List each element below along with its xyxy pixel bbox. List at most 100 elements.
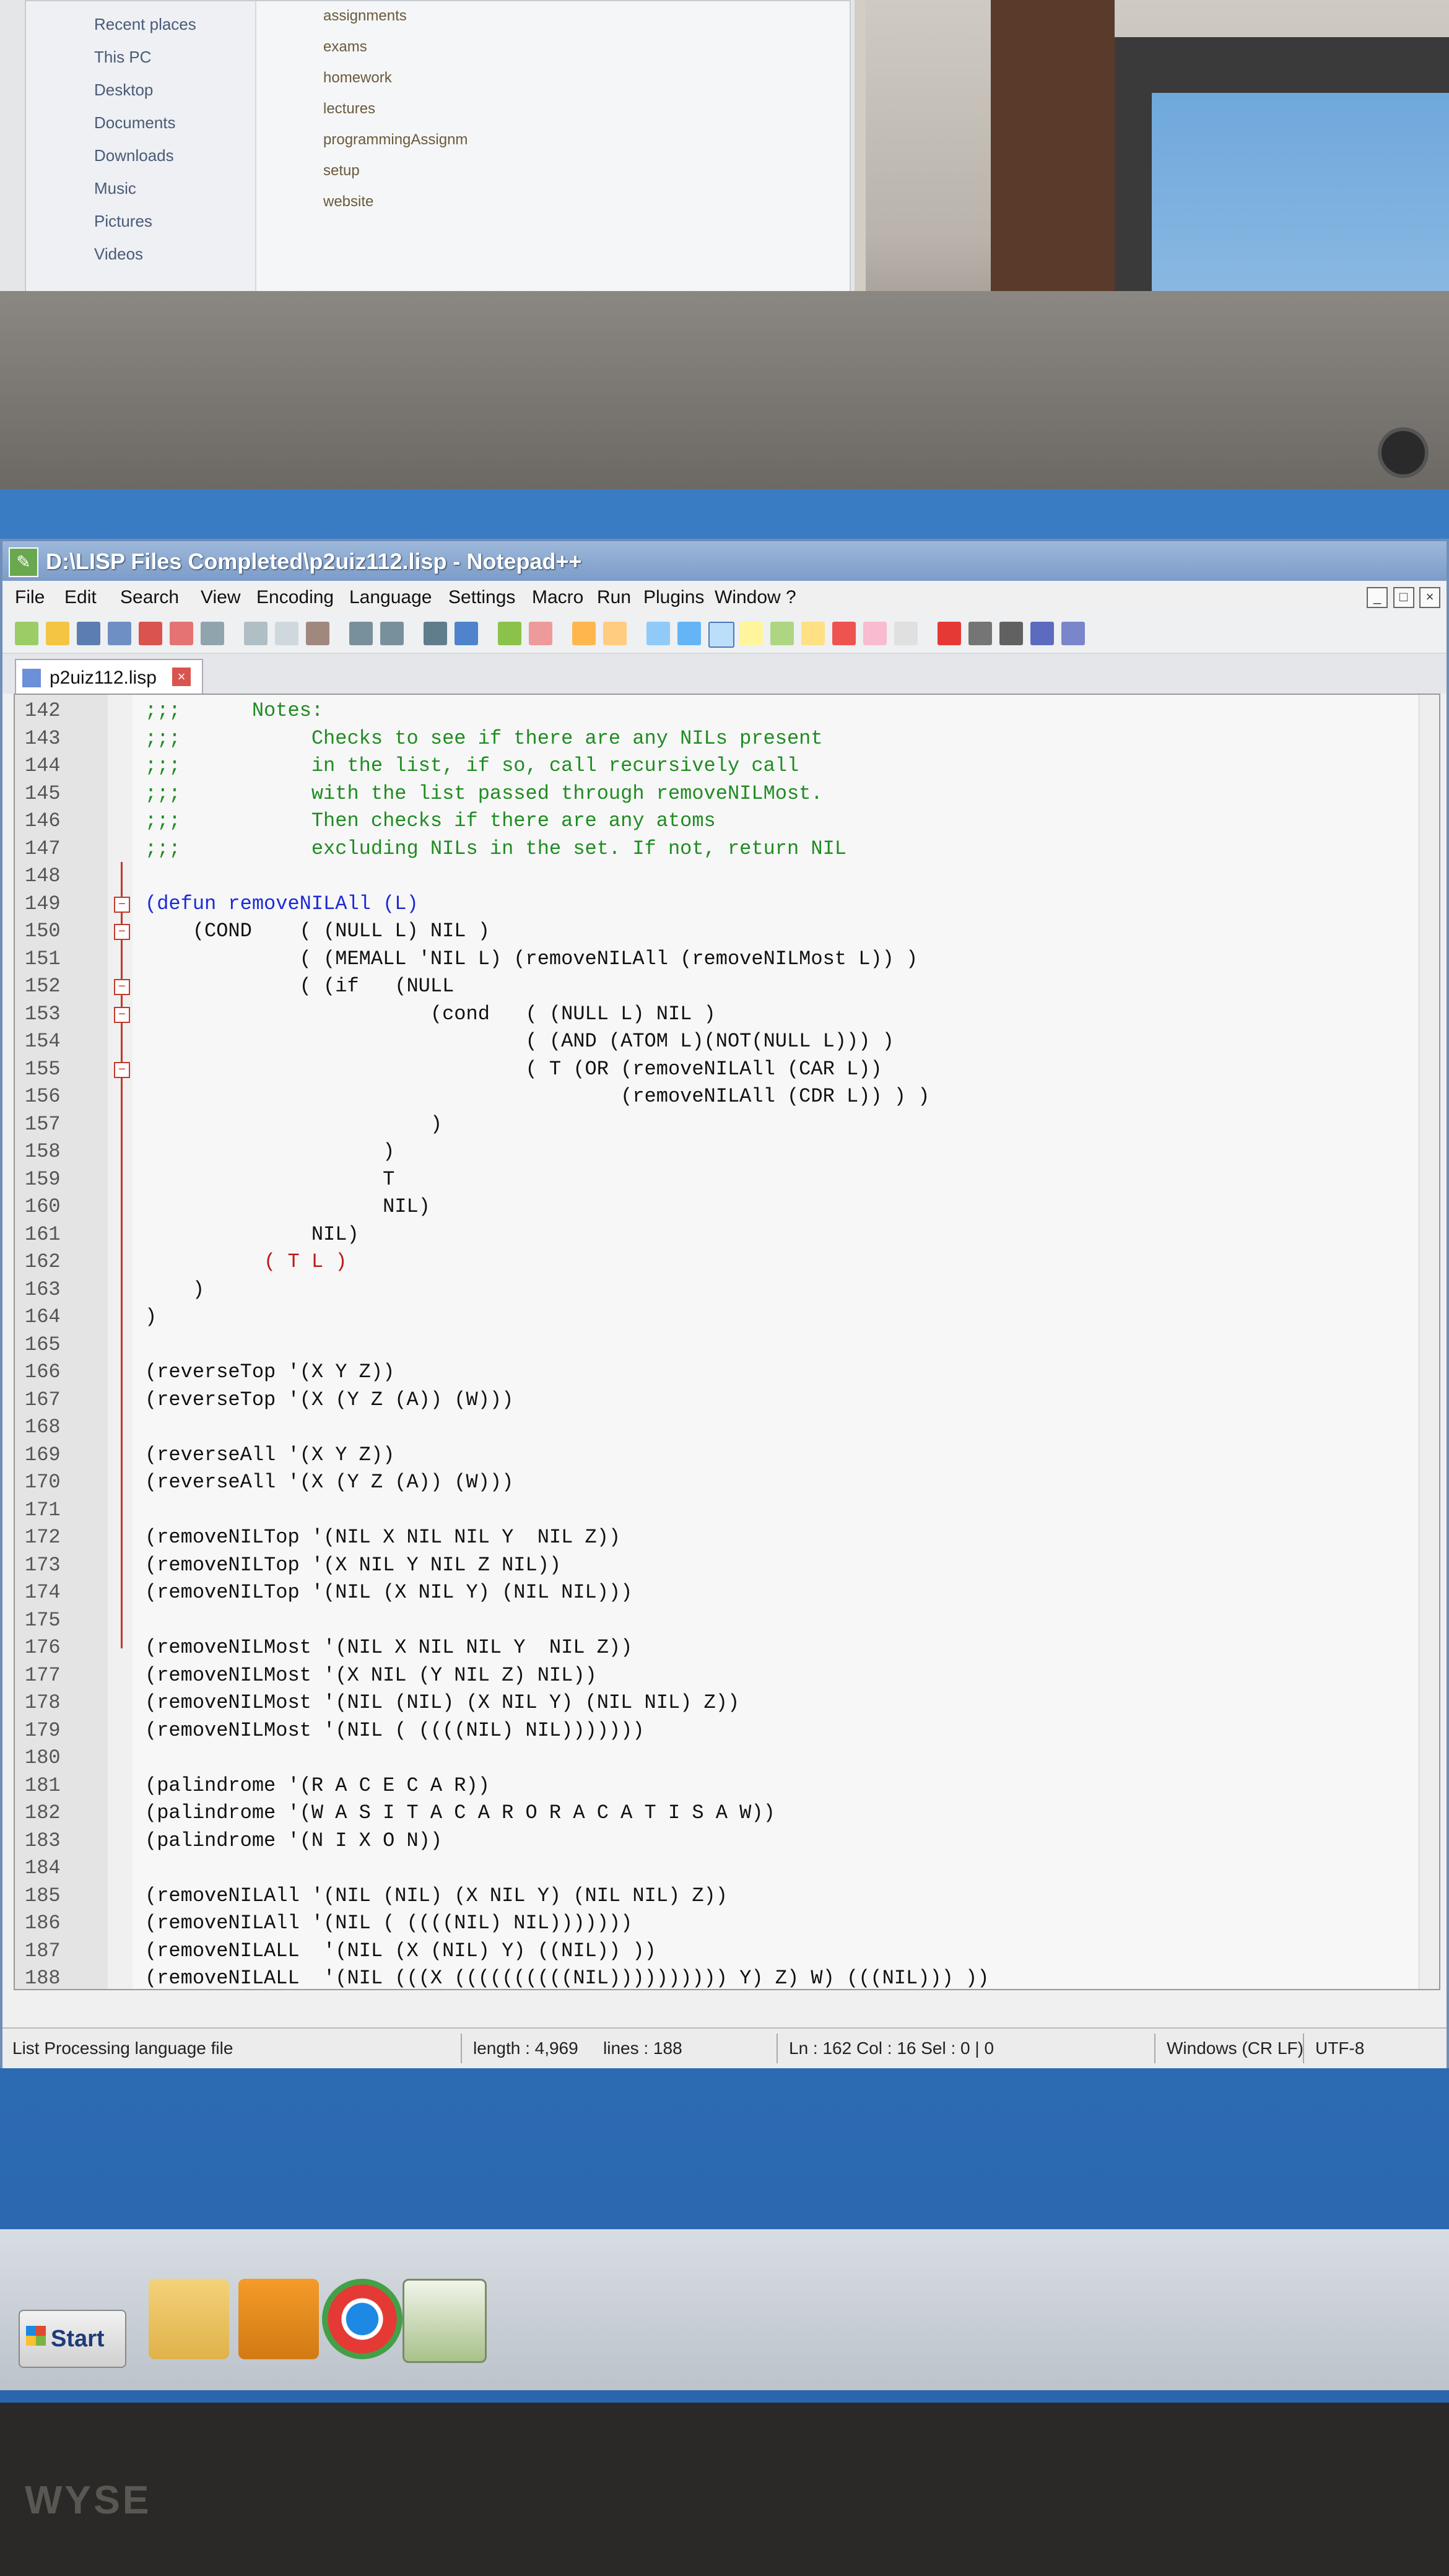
code-line[interactable]: 153 − (cond ( (NULL L) NIL ) xyxy=(15,1001,1439,1029)
status-encoding[interactable]: UTF-8 xyxy=(1315,2039,1364,2058)
fold-toggle-icon[interactable]: − xyxy=(114,924,130,940)
code-line[interactable]: 175 xyxy=(15,1607,1439,1635)
notepad-plus-plus-taskbar-icon[interactable] xyxy=(402,2279,487,2363)
zoom-in-icon[interactable] xyxy=(498,622,521,645)
paste-icon[interactable] xyxy=(306,622,329,645)
code-line[interactable]: 159 T xyxy=(15,1166,1439,1194)
code-line[interactable]: 149 − (defun removeNILAll (L) xyxy=(15,890,1439,918)
status-eol[interactable]: Windows (CR LF) xyxy=(1167,2039,1303,2058)
fold-toggle-icon[interactable]: − xyxy=(114,1061,130,1078)
code-line[interactable]: 185 (removeNILAll '(NIL (NIL) (X NIL Y) (… xyxy=(15,1882,1439,1910)
show-all-chars-icon[interactable] xyxy=(677,622,701,645)
code-editor[interactable]: 142 ;;; Notes: 143 ;;; Checks to see if the… xyxy=(14,694,1440,1990)
menu-view[interactable]: View xyxy=(201,587,240,608)
cut-icon[interactable] xyxy=(244,622,268,645)
stop-macro-icon[interactable] xyxy=(968,622,992,645)
play-macro-icon[interactable] xyxy=(999,622,1023,645)
save-macro-icon[interactable] xyxy=(1061,622,1085,645)
code-line[interactable]: 173 (removeNILTop '(X NIL Y NIL Z NIL)) xyxy=(15,1552,1439,1580)
menu-settings[interactable]: Settings xyxy=(448,587,515,608)
chrome-taskbar-icon[interactable] xyxy=(322,2279,402,2359)
code-line[interactable]: 170 (reverseAll '(X (Y Z (A)) (W))) xyxy=(15,1469,1439,1497)
code-line[interactable]: 169 (reverseAll '(X Y Z)) xyxy=(15,1442,1439,1469)
tab-close-icon[interactable]: × xyxy=(172,668,191,686)
folder-as-workspace-icon[interactable] xyxy=(832,622,856,645)
menu-edit[interactable]: Edit xyxy=(64,587,97,608)
code-line[interactable]: 148 xyxy=(15,863,1439,890)
save-icon[interactable] xyxy=(77,622,100,645)
fold-toggle-icon[interactable]: − xyxy=(114,896,130,913)
code-line[interactable]: 187 (removeNILALL '(NIL (X (NIL) Y) ((NIL… xyxy=(15,1938,1439,1965)
save-all-icon[interactable] xyxy=(108,622,131,645)
minimize-icon[interactable]: _ xyxy=(1367,587,1388,608)
menu-search[interactable]: Search xyxy=(120,587,179,608)
code-line[interactable]: 184 xyxy=(15,1855,1439,1882)
menu-language[interactable]: Language xyxy=(349,587,432,608)
code-line[interactable]: 145 ;;; with the list passed through remo… xyxy=(15,780,1439,808)
sync-v-icon[interactable] xyxy=(572,622,596,645)
close-all-icon[interactable] xyxy=(170,622,193,645)
fold-toggle-icon[interactable]: − xyxy=(114,1006,130,1023)
code-line[interactable]: 151 ( (MEMALL 'NIL L) (removeNILAll (rem… xyxy=(15,946,1439,973)
code-line[interactable]: 147 ;;; excluding NILs in the set. If not… xyxy=(15,835,1439,863)
menu-encoding[interactable]: Encoding xyxy=(256,587,334,608)
code-line[interactable]: 167 (reverseTop '(X (Y Z (A)) (W))) xyxy=(15,1386,1439,1414)
maximize-icon[interactable]: □ xyxy=(1393,587,1414,608)
record-macro-icon[interactable] xyxy=(938,622,961,645)
close-icon[interactable]: × xyxy=(1419,587,1440,608)
code-line[interactable]: 183 (palindrome '(N I X O N)) xyxy=(15,1827,1439,1855)
word-wrap-icon[interactable] xyxy=(646,622,670,645)
code-line[interactable]: 163 ) xyxy=(15,1276,1439,1304)
menu-window[interactable]: Window xyxy=(715,587,781,608)
doc-map-icon[interactable] xyxy=(770,622,794,645)
media-player-taskbar-icon[interactable] xyxy=(238,2279,319,2359)
code-line[interactable]: 174 (removeNILTop '(NIL (X NIL Y) (NIL NI… xyxy=(15,1579,1439,1607)
title-bar[interactable]: ✎ D:\LISP Files Completed\p2uiz112.lisp … xyxy=(2,541,1447,581)
code-line[interactable]: 166 (reverseTop '(X Y Z)) xyxy=(15,1359,1439,1386)
start-button[interactable]: Start xyxy=(19,2310,126,2368)
open-file-icon[interactable] xyxy=(46,622,69,645)
code-line[interactable]: 161 NIL) xyxy=(15,1221,1439,1249)
vertical-scrollbar[interactable] xyxy=(1419,695,1439,1989)
code-line[interactable]: 158 ) xyxy=(15,1138,1439,1166)
code-line[interactable]: 178 (removeNILMost '(NIL (NIL) (X NIL Y) … xyxy=(15,1689,1439,1717)
code-line[interactable]: 177 (removeNILMost '(X NIL (Y NIL Z) NIL)… xyxy=(15,1662,1439,1690)
menu-macro[interactable]: Macro xyxy=(532,587,583,608)
code-line[interactable]: 150 − (COND ( (NULL L) NIL ) xyxy=(15,918,1439,946)
code-line[interactable]: 179 (removeNILMost '(NIL ( ((((NIL) NIL))… xyxy=(15,1717,1439,1745)
code-line[interactable]: 152 − ( (if (NULL xyxy=(15,973,1439,1001)
code-line[interactable]: 165 xyxy=(15,1331,1439,1359)
code-line[interactable]: 155 − ( T (OR (removeNILAll (CAR L)) xyxy=(15,1056,1439,1084)
indent-guide-icon[interactable] xyxy=(708,622,734,648)
sync-h-icon[interactable] xyxy=(603,622,627,645)
code-line[interactable]: 171 xyxy=(15,1497,1439,1525)
undo-icon[interactable] xyxy=(349,622,373,645)
code-line[interactable]: 182 (palindrome '(W A S I T A C A R O R A… xyxy=(15,1799,1439,1827)
code-line[interactable]: 168 xyxy=(15,1414,1439,1442)
find-icon[interactable] xyxy=(424,622,447,645)
menu-help[interactable]: ? xyxy=(786,587,796,608)
function-list-icon[interactable] xyxy=(801,622,825,645)
code-line[interactable]: 144 ;;; in the list, if so, call recursiv… xyxy=(15,752,1439,780)
code-line[interactable]: 146 ;;; Then checks if there are any atom… xyxy=(15,807,1439,835)
preview-icon[interactable] xyxy=(894,622,918,645)
zoom-out-icon[interactable] xyxy=(529,622,552,645)
code-line[interactable]: 186 (removeNILAll '(NIL ( ((((NIL) NIL)))… xyxy=(15,1910,1439,1938)
redo-icon[interactable] xyxy=(380,622,404,645)
menu-file[interactable]: File xyxy=(15,587,45,608)
code-line[interactable]: 164) xyxy=(15,1303,1439,1331)
tab-p2uiz112[interactable]: p2uiz112.lisp × xyxy=(15,659,203,695)
code-line[interactable]: 181 (palindrome '(R A C E C A R)) xyxy=(15,1772,1439,1800)
code-line[interactable]: 154 ( (AND (ATOM L)(NOT(NULL L))) ) xyxy=(15,1028,1439,1056)
run-macro-multiple-icon[interactable] xyxy=(1030,622,1054,645)
udl-icon[interactable] xyxy=(739,622,763,645)
code-line[interactable]: 180 xyxy=(15,1744,1439,1772)
code-line[interactable]: 176 (removeNILMost '(NIL X NIL NIL Y NIL … xyxy=(15,1634,1439,1662)
monitoring-icon[interactable] xyxy=(863,622,887,645)
code-line[interactable]: 143 ;;; Checks to see if there are any NI… xyxy=(15,725,1439,753)
print-icon[interactable] xyxy=(201,622,224,645)
replace-icon[interactable] xyxy=(455,622,478,645)
menu-plugins[interactable]: Plugins xyxy=(643,587,704,608)
code-line[interactable]: 157 ) xyxy=(15,1111,1439,1139)
code-line[interactable]: 162 ( T L ) xyxy=(15,1248,1439,1276)
